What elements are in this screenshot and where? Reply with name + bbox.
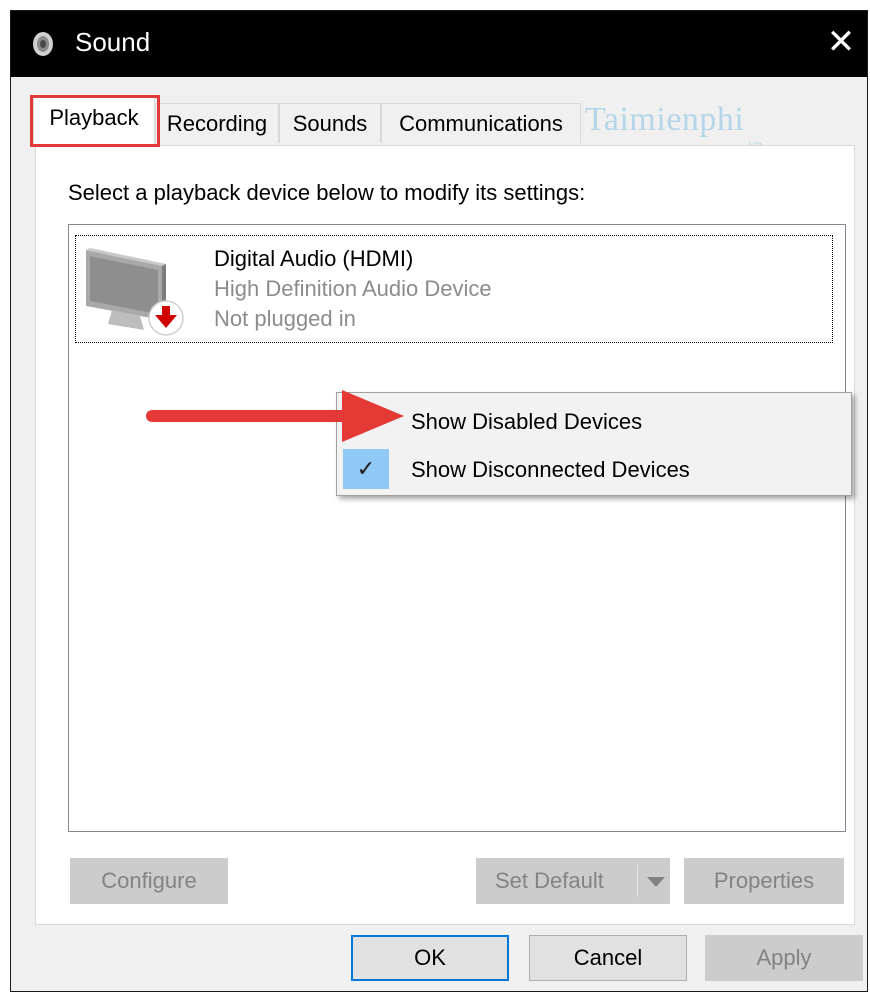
device-item[interactable]: Digital Audio (HDMI) High Definition Aud… <box>75 235 833 343</box>
chevron-down-icon[interactable] <box>647 877 665 887</box>
device-list[interactable]: Digital Audio (HDMI) High Definition Aud… <box>68 224 846 832</box>
sound-dialog: Sound ✕ Playback Recording Sounds Commun… <box>10 10 868 992</box>
title-bar[interactable]: Sound ✕ <box>11 11 867 77</box>
properties-label: Properties <box>713 868 815 893</box>
cancel-label: Cancel <box>573 945 643 970</box>
instructions-text: Select a playback device below to modify… <box>68 180 586 205</box>
watermark-logo: Taimienphi <box>585 101 745 138</box>
ok-button[interactable]: OK <box>351 935 509 981</box>
menu-item-show-disabled[interactable]: Show Disabled Devices <box>337 397 851 445</box>
set-default-label: Set Default <box>495 868 604 893</box>
tab-label: Sounds <box>292 111 368 136</box>
tab-communications[interactable]: Communications <box>381 103 581 143</box>
close-icon: ✕ <box>826 23 856 61</box>
speaker-app-icon <box>33 32 53 56</box>
apply-button[interactable]: Apply <box>705 935 863 981</box>
properties-button[interactable]: Properties <box>684 858 844 904</box>
tab-playback[interactable]: Playback <box>33 95 155 145</box>
playback-panel: Select a playback device below to modify… <box>35 145 855 925</box>
tab-label: Playback <box>49 105 139 130</box>
red-pointer-arrow-icon <box>146 390 404 442</box>
window-title: Sound <box>75 27 151 57</box>
tab-label: Communications <box>399 111 563 136</box>
context-menu: Show Disabled Devices ✓ Show Disconnecte… <box>336 392 852 496</box>
menu-item-label: Show Disabled Devices <box>411 409 643 434</box>
device-name: Digital Audio (HDMI) <box>214 246 414 271</box>
cancel-button[interactable]: Cancel <box>529 935 687 981</box>
configure-button[interactable]: Configure <box>70 858 228 904</box>
set-default-button[interactable]: Set Default <box>476 858 670 904</box>
tab-label: Recording <box>166 111 268 136</box>
ok-label: OK <box>414 945 446 970</box>
device-status: Not plugged in <box>214 306 356 331</box>
configure-label: Configure <box>101 868 197 893</box>
monitor-speaker-icon <box>86 248 184 336</box>
tab-sounds[interactable]: Sounds <box>279 103 381 143</box>
close-button[interactable]: ✕ <box>815 11 867 77</box>
split-separator <box>637 865 638 897</box>
menu-item-show-disconnected[interactable]: ✓ Show Disconnected Devices <box>337 445 851 493</box>
tab-recording[interactable]: Recording <box>155 103 279 143</box>
menu-item-label: Show Disconnected Devices <box>411 457 690 482</box>
apply-label: Apply <box>756 945 812 970</box>
device-description: High Definition Audio Device <box>214 276 492 301</box>
checkmark-icon: ✓ <box>343 449 389 489</box>
